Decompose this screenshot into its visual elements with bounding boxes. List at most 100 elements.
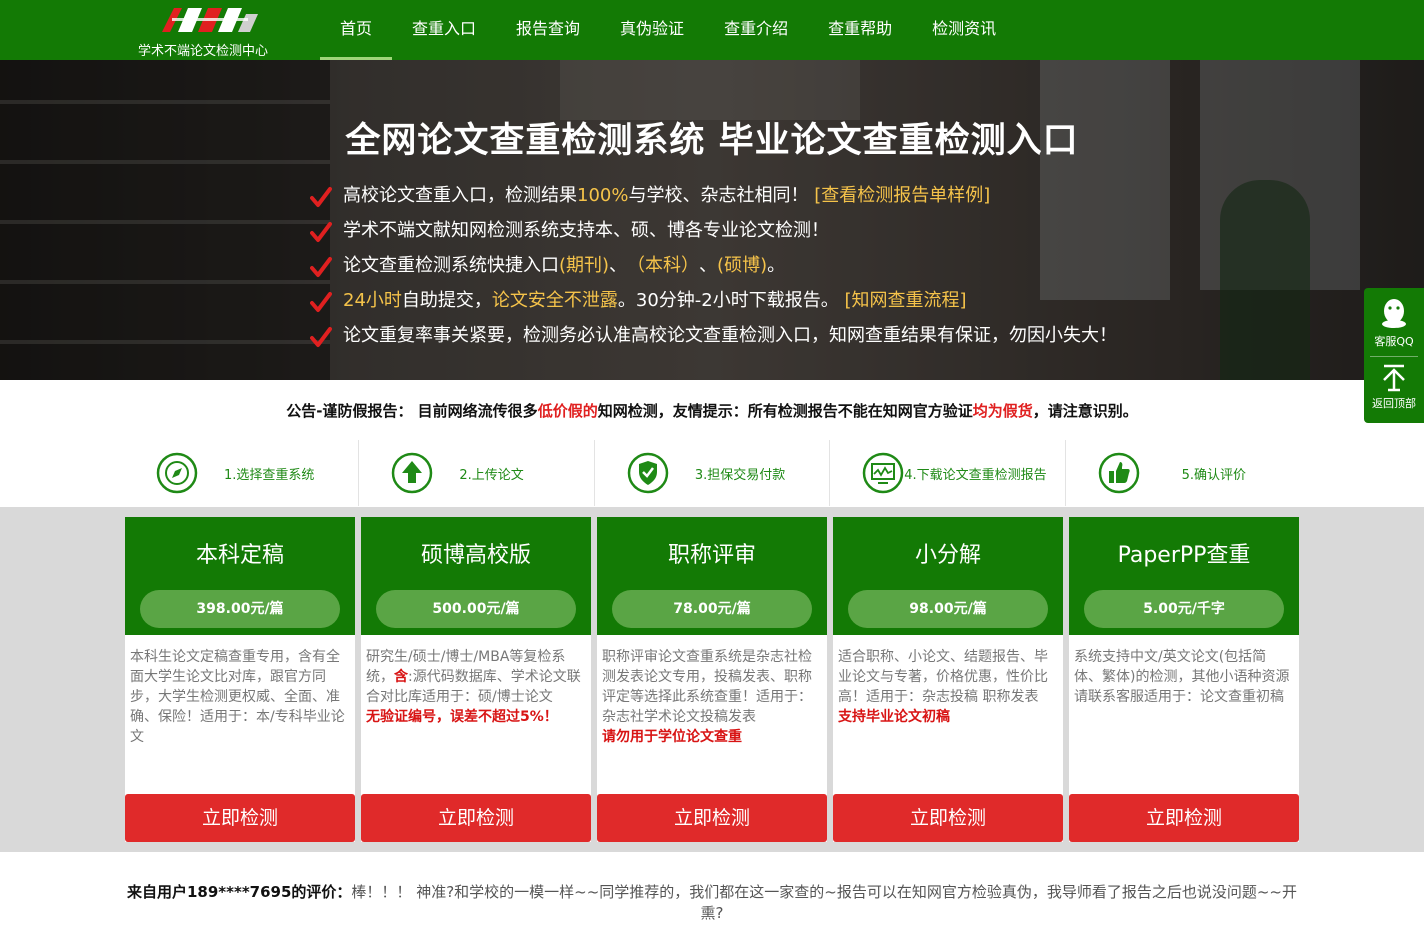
red-check-icon <box>310 222 332 242</box>
notice-text: 公告-谨防假报告： 目前网络流传很多 <box>286 402 538 420</box>
step-label: 1.选择查重系统 <box>224 468 315 483</box>
package-desc-text: 本科生论文定稿查重专用，含有全面大学生论文比对库，跟官方同步，大学生检测更权威、… <box>130 649 345 745</box>
feature-item: 学术不端文献知网检测系统支持本、硕、博各专业论文检测！ <box>310 219 1190 254</box>
package-description: 系统支持中文/英文论文(包括简体、繁体)的检测，其他小语种资源请联系客服适用于：… <box>1069 635 1299 791</box>
package-name: PaperPP查重 <box>1117 543 1251 568</box>
review-user: 来自用户189****7695的评价： <box>126 883 352 901</box>
step-label: 5.确认评价 <box>1181 468 1247 483</box>
review-text: 棒！！！ 神准?和学校的一模一样~~同学推荐的，我们都在这一家查的~报告可以在知… <box>351 883 1297 922</box>
step-download: 4.下载论文查重检测报告 <box>830 440 1066 506</box>
check-now-button[interactable]: 立即检测 <box>833 794 1063 842</box>
journal-entry-link[interactable]: (期刊) <box>559 254 609 278</box>
master-phd-entry-link[interactable]: (硕博) <box>717 254 767 278</box>
feature-item: 24小时 自助提交， 论文安全不泄露 。30分钟-2小时下载报告。 [知网查重流程] <box>310 289 1190 324</box>
package-desc-text: 系统支持中文/英文论文(包括简体、繁体)的检测，其他小语种资源请联系客服适用于：… <box>1074 649 1290 705</box>
package-card: 本科定稿 398.00元/篇 本科生论文定稿查重专用，含有全面大学生论文比对库，… <box>125 517 355 842</box>
package-header: 小分解 98.00元/篇 <box>833 517 1063 635</box>
package-card: 职称评审 78.00元/篇 职称评审论文查重系统是杂志社检测发表论文专用，投稿发… <box>597 517 827 842</box>
check-now-button[interactable]: 立即检测 <box>1069 794 1299 842</box>
feature-text: 论文查重检测系统快捷入口 <box>343 255 559 276</box>
check-now-button[interactable]: 立即检测 <box>125 794 355 842</box>
package-price: 500.00元/篇 <box>376 590 576 628</box>
check-now-button[interactable]: 立即检测 <box>361 794 591 842</box>
thumbs-up-icon <box>1098 452 1139 494</box>
nav-check-entry[interactable]: 查重入口 <box>392 0 496 60</box>
feature-text: 、 <box>609 255 628 276</box>
nav-verify[interactable]: 真伪验证 <box>600 0 704 60</box>
step-label: 3.担保交易付款 <box>694 468 786 483</box>
feature-text: 自助提交， <box>401 290 492 311</box>
package-header: PaperPP查重 5.00元/千字 <box>1069 517 1299 635</box>
feature-list: 高校论文查重入口，检测结果 100% 与学校、杂志社相同！ [查看检测报告单样例] … <box>310 184 1190 359</box>
check-process-link[interactable]: [知网查重流程] <box>845 289 967 313</box>
package-name: 本科定稿 <box>195 543 284 568</box>
package-description: 适合职称、小论文、结题报告、毕业论文与专著，价格优惠，性价比高！适用于：杂志投稿… <box>833 635 1063 791</box>
package-price: 78.00元/篇 <box>612 590 812 628</box>
feature-text: 论文重复率事关紧要，检测务必认准高校论文查重检测入口，知网查重结果有保证，勿因小… <box>343 325 1117 346</box>
package-price: 98.00元/篇 <box>848 590 1048 628</box>
feature-text: 。30分钟-2小时下载报告。 <box>617 290 839 311</box>
user-review: 来自用户189****7695的评价：棒！！！ 神准?和学校的一模一样~~同学推… <box>124 882 1300 924</box>
undergrad-entry-link[interactable]: （本科） <box>627 254 699 278</box>
qq-penguin-icon <box>1382 299 1406 328</box>
upload-arrow-icon <box>392 452 433 494</box>
step-upload: 2.上传论文 <box>359 440 595 506</box>
feature-item: 高校论文查重入口，检测结果 100% 与学校、杂志社相同！ [查看检测报告单样例] <box>310 184 1190 219</box>
package-warning: 支持毕业论文初稿 <box>838 709 950 725</box>
notice-text: 知网检测，友情提示：所有检测报告不能在知网官方验证 <box>597 402 973 420</box>
nav-home[interactable]: 首页 <box>320 0 393 60</box>
nav-report-query[interactable]: 报告查询 <box>496 0 600 60</box>
hero-title: 全网论文查重检测系统 毕业论文查重检测入口 <box>345 121 1079 161</box>
top-navbar: 学术不端论文检测中心 首页 查重入口 报告查询 真伪验证 查重介绍 查重帮助 检… <box>0 0 1424 60</box>
package-header: 硕博高校版 500.00元/篇 <box>361 517 591 635</box>
package-name: 职称评审 <box>667 543 756 568</box>
compass-icon <box>156 452 198 494</box>
back-to-top-label: 返回顶部 <box>1372 397 1416 410</box>
feature-item: 论文查重检测系统快捷入口 (期刊)、（本科）、 (硕博)。 <box>310 254 1190 289</box>
package-card: 小分解 98.00元/篇 适合职称、小论文、结题报告、毕业论文与专著，价格优惠，… <box>833 517 1063 842</box>
back-to-top-button[interactable]: 返回顶部 <box>1364 362 1424 411</box>
check-now-button[interactable]: 立即检测 <box>597 794 827 842</box>
package-name: 小分解 <box>914 543 981 568</box>
package-name: 硕博高校版 <box>420 543 531 568</box>
feature-highlight: 24小时 <box>343 290 402 311</box>
nav-help[interactable]: 查重帮助 <box>808 0 912 60</box>
package-price: 398.00元/篇 <box>140 590 340 628</box>
anti-fraud-notice: 公告-谨防假报告： 目前网络流传很多低价假的知网检测，友情提示：所有检测报告不能… <box>0 400 1424 421</box>
hero-banner: 全网论文查重检测系统 毕业论文查重检测入口 高校论文查重入口，检测结果 100% 与… <box>0 60 1424 380</box>
step-label: 2.上传论文 <box>459 468 524 483</box>
package-header: 职称评审 78.00元/篇 <box>597 517 827 635</box>
package-price: 5.00元/千字 <box>1084 590 1284 628</box>
package-warning: 无验证编号，误差不超过5%！ <box>366 709 558 725</box>
customer-qq-button[interactable]: 客服QQ <box>1364 298 1424 349</box>
package-card: 硕博高校版 500.00元/篇 研究生/硕士/博士/MBA等复检系统，含:源代码… <box>361 517 591 842</box>
package-section: 本科定稿 398.00元/篇 本科生论文定稿查重专用，含有全面大学生论文比对库，… <box>0 507 1424 852</box>
package-description: 职称评审论文查重系统是杂志社检测发表论文专用，投稿发表、职称评定等选择此系统查重… <box>597 635 827 791</box>
shield-check-icon <box>627 452 669 494</box>
main-nav: 首页 查重入口 报告查询 真伪验证 查重介绍 查重帮助 检测资讯 <box>320 0 1016 60</box>
step-label: 4.下载论文查重检测报告 <box>904 468 1047 483</box>
feature-highlight: 论文安全不泄露 <box>491 290 618 311</box>
package-header: 本科定稿 398.00元/篇 <box>125 517 355 635</box>
notice-text: ，请注意识别。 <box>1032 402 1138 420</box>
red-check-icon <box>310 187 332 207</box>
package-description: 本科生论文定稿查重专用，含有全面大学生论文比对库，跟官方同步，大学生检测更权威、… <box>125 635 355 791</box>
package-desc-emphasis: 含 <box>394 669 408 685</box>
site-logo[interactable]: 学术不端论文检测中心 <box>130 4 290 59</box>
feature-text: 学术不端文献知网检测系统支持本、硕、博各专业论文检测！ <box>343 220 829 241</box>
package-desc-text: 适合职称、小论文、结题报告、毕业论文与专著，价格优惠，性价比高！适用于：杂志投稿… <box>838 649 1048 705</box>
step-select-system: 1.选择查重系统 <box>124 440 360 506</box>
nav-news[interactable]: 检测资讯 <box>912 0 1016 60</box>
feature-item: 论文重复率事关紧要，检测务必认准高校论文查重检测入口，知网查重结果有保证，勿因小… <box>310 324 1190 359</box>
red-check-icon <box>310 292 332 312</box>
red-check-icon <box>310 327 332 347</box>
nav-intro[interactable]: 查重介绍 <box>704 0 808 60</box>
package-description: 研究生/硕士/博士/MBA等复检系统，含:源代码数据库、学术论文联合对比库适用于… <box>361 635 591 791</box>
report-monitor-icon <box>862 452 904 494</box>
process-steps: 1.选择查重系统 2.上传论文 3.担保交易付款 4.下载论文查重检测报告 5.… <box>124 440 1300 506</box>
feature-text: 高校论文查重入口，检测结果 <box>343 185 577 206</box>
arrow-up-icon <box>1383 364 1405 392</box>
feature-highlight: 100% <box>577 185 629 206</box>
sample-report-link[interactable]: [查看检测报告单样例] <box>814 184 990 208</box>
qq-label: 客服QQ <box>1374 335 1414 348</box>
